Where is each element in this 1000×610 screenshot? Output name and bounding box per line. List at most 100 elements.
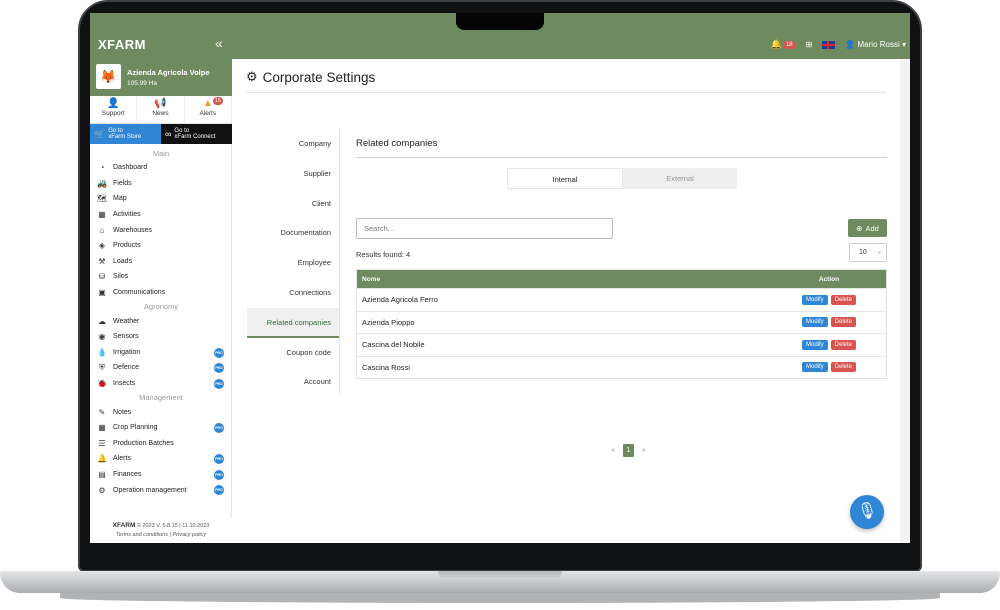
voice-assistant-button[interactable]: 🎙 — [850, 495, 884, 529]
subnav-documentation[interactable]: Documentation — [247, 218, 339, 248]
goto-store-line1: Go to — [108, 127, 123, 134]
subnav-client[interactable]: Client — [247, 189, 339, 219]
collapse-sidebar-icon[interactable]: « — [215, 35, 223, 51]
silo-icon: ⛁ — [98, 272, 106, 282]
alerts-link[interactable]: ▲ 15 Alerts — [185, 96, 232, 123]
sidebar-item-insects[interactable]: 🐞 Insects PRO — [90, 376, 232, 392]
user-menu[interactable]: 👤 Mario Rossi ▾ — [845, 40, 906, 49]
farm-selector[interactable]: 🦊 Azienda Agricola Volpe 105.99 Ha — [90, 59, 232, 96]
sidebar-item-irrigation[interactable]: 💧 Irrigation PRO — [90, 345, 232, 361]
footer-logo: XFARM — [112, 522, 136, 529]
sidebar-item-weather[interactable]: ☁ Weather — [90, 313, 232, 329]
sidebar-item-label: Crop Planning — [113, 424, 158, 432]
sidebar-item-label: Irrigation — [113, 348, 141, 356]
modify-button[interactable]: Modify — [801, 339, 828, 350]
support-link[interactable]: 👤 Support — [90, 96, 138, 123]
delete-button[interactable]: Delete — [830, 362, 856, 373]
page-size-value: 10 — [859, 249, 867, 256]
pagination-next[interactable]: » — [642, 447, 646, 454]
weather-icon: ☁ — [98, 316, 106, 326]
laptop-frame: XFARM « 🔔 18 ⊞ 👤 Mario Rossi ▾ 🦊 Azienda … — [0, 0, 1000, 610]
column-header-name[interactable]: Nome — [357, 276, 772, 283]
subnav-related-companies[interactable]: Related companies — [247, 307, 339, 338]
main-content: ⚙ Corporate Settings Company Supplier Cl… — [232, 59, 910, 543]
goto-connect-button[interactable]: ∞ Go to xFarm Connect — [161, 124, 232, 144]
sidebar-item-silos[interactable]: ⛁ Silos — [90, 269, 232, 285]
notifications-button[interactable]: 🔔 18 — [771, 39, 796, 50]
sidebar-item-loads[interactable]: ⚒ Loads — [90, 254, 232, 270]
sidebar-item-label: Notes — [113, 408, 132, 416]
sidebar-item-production-batches[interactable]: ☰ Production Batches — [90, 436, 232, 452]
sidebar-item-sensors[interactable]: ◉ Sensors — [90, 329, 232, 345]
page-title: Corporate Settings — [262, 69, 376, 85]
modify-button[interactable]: Modify — [801, 317, 828, 328]
page-size-select[interactable]: 10 ⌄ — [849, 243, 887, 262]
table-header: Nome Action — [357, 270, 886, 288]
sidebar-item-communications[interactable]: ▣ Communications — [90, 285, 232, 301]
goto-links: 🛒 Go to xFarm Store ∞ Go to xFarm Connect — [90, 124, 232, 144]
delete-button[interactable]: Delete — [830, 317, 856, 328]
news-link[interactable]: 📢 News — [137, 96, 185, 123]
subnav-supplier[interactable]: Supplier — [247, 159, 339, 189]
tractor-icon: 🚜 — [97, 178, 107, 188]
sidebar-item-notes[interactable]: ✎ Notes — [90, 404, 232, 420]
xfarm-logo[interactable]: XFARM — [98, 37, 146, 52]
search-input[interactable] — [356, 218, 613, 239]
row-actions: Modify Delete — [772, 362, 886, 373]
table-row: Azienda Pioppo Modify Delete — [357, 310, 886, 334]
farm-size: 105.99 Ha — [127, 80, 157, 87]
sidebar-item-dashboard[interactable]: ◔ Dashboard — [90, 160, 232, 176]
pagination-prev[interactable]: « — [611, 447, 615, 454]
sidebar-item-products[interactable]: ◈ Products — [90, 238, 232, 254]
subnav-account[interactable]: Account — [247, 367, 339, 397]
pro-badge: PRO — [214, 347, 224, 358]
tab-external[interactable]: External — [623, 168, 737, 189]
subnav-connections[interactable]: Connections — [247, 278, 339, 308]
tab-internal[interactable]: Internal — [507, 168, 623, 189]
header-divider — [246, 92, 886, 93]
sidebar-item-operation-management[interactable]: ⚙ Operation management PRO — [90, 482, 232, 498]
sidebar-item-label: Dashboard — [113, 164, 148, 172]
add-label: Add — [865, 223, 879, 233]
finance-icon: ▤ — [98, 469, 106, 479]
delete-button[interactable]: Delete — [830, 339, 856, 350]
sidebar-item-finances[interactable]: ▤ Finances PRO — [90, 467, 232, 483]
laptop-base-notch — [438, 571, 562, 579]
sidebar-item-warehouses[interactable]: ⌂ Warehouses — [90, 222, 232, 238]
section-title: Related companies — [356, 138, 887, 158]
pro-badge: PRO — [214, 378, 224, 389]
related-companies-panel: Related companies Internal External ⊕ Ad… — [356, 129, 887, 457]
modify-button[interactable]: Modify — [801, 362, 828, 373]
sidebar-item-label: Communications — [113, 289, 166, 297]
subnav-company[interactable]: Company — [247, 129, 339, 159]
sidebar-item-alerts[interactable]: 🔔 Alerts PRO — [90, 451, 232, 467]
goto-store-button[interactable]: 🛒 Go to xFarm Store — [90, 124, 161, 144]
pagination-page-current[interactable]: 1 — [622, 444, 634, 457]
sidebar-item-activities[interactable]: ▦ Activities — [90, 207, 232, 223]
footer-links[interactable]: Terms and conditions | Privacy policy — [90, 531, 232, 540]
support-icon: 👤 — [106, 98, 120, 109]
sidebar-item-label: Sensors — [113, 333, 139, 341]
modify-button[interactable]: Modify — [801, 294, 828, 305]
sidebar-item-map[interactable]: 🗺 Map — [90, 191, 232, 207]
warehouse-icon: ⌂ — [99, 225, 105, 235]
scrollbar[interactable] — [900, 59, 910, 543]
organization-icon[interactable]: ⊞ — [806, 40, 813, 49]
chevron-down-icon: ⌄ — [876, 249, 882, 255]
sidebar-item-label: Products — [113, 242, 141, 250]
pagination: « 1 » — [611, 444, 646, 457]
sidebar-item-label: Warehouses — [113, 226, 153, 234]
language-flag-icon[interactable] — [822, 40, 836, 49]
sidebar-item-defence[interactable]: ⛨ Defence PRO — [90, 360, 232, 376]
add-button[interactable]: ⊕ Add — [848, 219, 887, 237]
grid-icon: ▦ — [98, 423, 106, 433]
subnav-coupon-code[interactable]: Coupon code — [247, 338, 339, 368]
column-header-action: Action — [818, 275, 840, 283]
subnav-employee[interactable]: Employee — [247, 248, 339, 278]
sidebar-item-label: Production Batches — [113, 439, 174, 447]
delete-button[interactable]: Delete — [830, 294, 856, 305]
sidebar-item-crop-planning[interactable]: ▦ Crop Planning PRO — [90, 420, 232, 436]
sidebar-item-fields[interactable]: 🚜 Fields — [90, 176, 232, 192]
companies-table: Nome Action Azienda Agricola Ferro Modif… — [356, 269, 887, 379]
batch-icon: ☰ — [98, 438, 106, 448]
